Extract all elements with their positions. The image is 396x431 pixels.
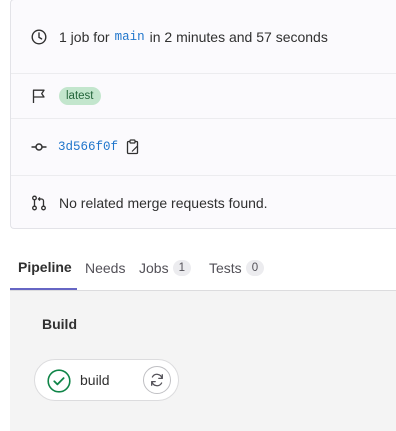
tests-count-badge: 0: [245, 259, 265, 276]
tab-needs[interactable]: Needs: [77, 246, 133, 289]
branch-link[interactable]: main: [115, 30, 145, 44]
tab-tests-label: Tests: [209, 259, 242, 276]
copy-commit-button[interactable]: [126, 138, 140, 155]
tab-pipeline[interactable]: Pipeline: [10, 246, 77, 290]
job-count-text: 1 job for: [59, 28, 110, 45]
jobs-count-badge: 1: [172, 259, 191, 276]
tab-pipeline-label: Pipeline: [18, 259, 72, 275]
commit-icon: [31, 139, 47, 155]
duration-text: in 2 minutes and 57 seconds: [149, 28, 328, 45]
tab-tests[interactable]: Tests 0: [201, 246, 272, 289]
pipeline-graph: Build build: [10, 291, 396, 431]
tab-jobs[interactable]: Jobs 1: [131, 246, 199, 289]
stage-title: Build: [42, 316, 77, 332]
clipboard-icon: [126, 138, 139, 154]
commit-sha-link[interactable]: 3d566f0f: [58, 140, 118, 154]
retry-icon: [151, 373, 163, 387]
pipeline-tabs: Pipeline Needs Jobs 1 Tests 0: [10, 246, 396, 291]
tab-jobs-label: Jobs: [139, 259, 169, 276]
merge-request-row: No related merge requests found.: [11, 175, 396, 230]
flag-icon: [31, 88, 47, 104]
duration-row: 1 job for main in 2 minutes and 57 secon…: [11, 0, 396, 74]
check-circle-icon: [47, 369, 71, 393]
commit-row: 3d566f0f: [11, 118, 396, 176]
pipeline-info-card: 1 job for main in 2 minutes and 57 secon…: [10, 0, 396, 229]
merge-request-icon: [31, 195, 47, 211]
latest-badge: latest: [59, 86, 101, 105]
merge-request-text: No related merge requests found.: [59, 194, 268, 211]
tab-needs-label: Needs: [85, 259, 126, 276]
job-name: build: [80, 372, 110, 388]
clock-icon: [31, 28, 47, 45]
tag-row: latest: [11, 73, 396, 119]
job-build[interactable]: build: [34, 359, 179, 401]
retry-job-button[interactable]: [143, 366, 171, 394]
